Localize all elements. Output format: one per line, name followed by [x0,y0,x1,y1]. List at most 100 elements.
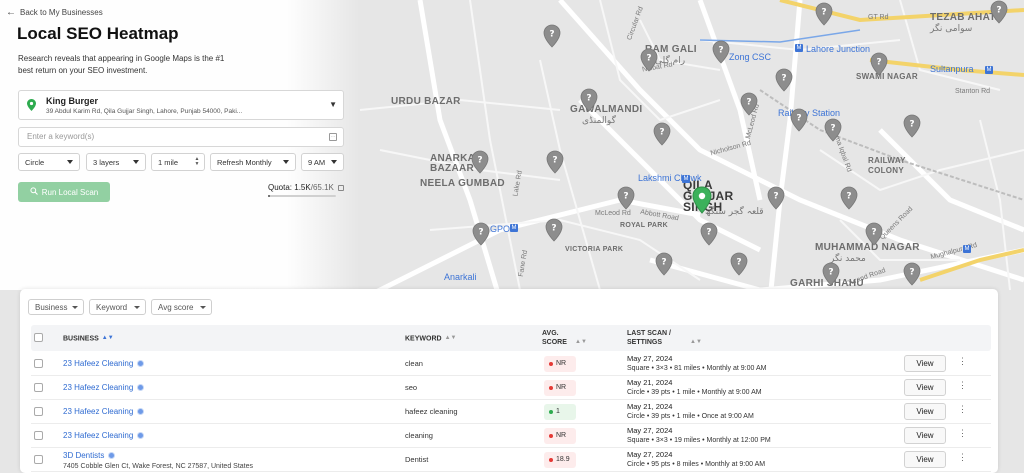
column-header-keyword[interactable]: KEYWORD ▲▼ [405,334,456,343]
keyboard-icon[interactable]: ⋯ [329,133,337,141]
business-link[interactable]: 23 Hafeez Cleaning [63,431,145,440]
business-link[interactable]: 3D Dentists [63,451,116,460]
more-options-icon[interactable]: ⋮ [958,357,967,366]
view-button[interactable]: View [904,379,946,396]
business-link[interactable]: 23 Hafeez Cleaning [63,383,145,392]
heatmap-point-icon[interactable]: ? [990,0,1008,24]
select-all-checkbox[interactable] [34,333,43,342]
heatmap-point-icon[interactable]: ? [740,92,758,116]
quota-progress-fill [268,195,270,197]
keyword-cell: Dentist [405,455,429,464]
business-filter[interactable]: Business [28,299,84,315]
caret-down-icon [133,160,139,164]
business-selector[interactable]: King Burger 39 Abdul Karim Rd, Qila Gujj… [18,90,344,120]
heatmap-point-icon[interactable]: ? [767,186,785,210]
heatmap-point-icon[interactable]: ? [815,2,833,26]
table-row[interactable]: 23 Hafeez Cleaning hafeez cleaning 1 May 21… [31,400,991,424]
business-link[interactable]: 23 Hafeez Cleaning [63,407,145,416]
avg-score-value: NR [556,384,567,391]
view-button[interactable]: View [904,427,946,444]
column-header-avg-score[interactable]: AVG. SCORE ▲▼ [542,329,602,347]
radius-stepper[interactable]: 1 mile ▲ ▼ [151,153,205,171]
business-link[interactable]: 23 Hafeez Cleaning [63,359,145,368]
heatmap-point-icon[interactable]: ? [822,262,840,286]
heatmap-point-icon[interactable]: ? [824,118,842,142]
column-header-last-scan[interactable]: LAST SCAN / SETTINGS ▲▼ [627,329,717,347]
svg-text:?: ? [828,268,833,278]
row-checkbox[interactable] [34,359,43,368]
view-button[interactable]: View [904,355,946,372]
heatmap-point-icon[interactable]: ? [653,122,671,146]
stepper-arrows-icon[interactable]: ▲ ▼ [194,157,200,167]
more-options-icon[interactable]: ⋮ [958,453,967,462]
heatmap-point-icon[interactable]: ? [903,262,921,286]
row-checkbox[interactable] [34,383,43,392]
heatmap-point-icon[interactable]: ? [700,222,718,246]
avg-score-value: NR [556,360,567,367]
verified-icon [137,408,145,416]
column-header-business[interactable]: BUSINESS ▲▼ [63,334,114,343]
table-row[interactable]: 3D Dentists 7405 Cobble Glen Ct, Wake For… [31,448,991,472]
map-road-label: GT Rd [868,14,889,21]
caret-down-icon [200,306,206,309]
svg-text:?: ? [477,156,482,166]
row-checkbox[interactable] [34,431,43,440]
time-select[interactable]: 9 AM [301,153,344,171]
table-row[interactable]: 23 Hafeez Cleaning clean NR May 27, 2024 Squ… [31,352,991,376]
heatmap-point-icon[interactable]: ? [712,40,730,64]
business-link-label: 23 Hafeez Cleaning [63,407,134,416]
heatmap-point-icon[interactable]: ? [790,108,808,132]
search-icon [30,187,38,197]
heatmap-point-icon[interactable]: ? [865,222,883,246]
view-button[interactable]: View [904,451,946,468]
svg-text:?: ? [876,58,881,68]
status-dot-icon [549,386,553,390]
more-options-icon[interactable]: ⋮ [958,405,967,414]
business-location-pin[interactable] [692,186,712,214]
heatmap-point-icon[interactable]: ? [580,88,598,112]
heatmap-point-icon[interactable]: ? [471,150,489,174]
station-icon: M [682,175,690,183]
heatmap-point-icon[interactable]: ? [545,218,563,242]
svg-text:?: ? [706,228,711,238]
svg-text:?: ? [552,156,557,166]
heatmap-point-icon[interactable]: ? [543,24,561,48]
avg-score-badge: NR [544,428,576,444]
heatmap-point-icon[interactable]: ? [775,68,793,92]
radius-stepper-value: 1 mile [158,158,179,167]
more-options-icon[interactable]: ⋮ [958,381,967,390]
layers-select[interactable]: 3 layers [86,153,146,171]
row-checkbox[interactable] [34,455,43,464]
caret-down-icon [331,160,337,164]
row-checkbox[interactable] [34,407,43,416]
heatmap-point-icon[interactable]: ? [903,114,921,138]
heatmap-point-icon[interactable]: ? [546,150,564,174]
table-row[interactable]: 23 Hafeez Cleaning seo NR May 21, 2024 Circl… [31,376,991,400]
scan-settings: Circle • 95 pts • 8 miles • Monthly at 9… [627,461,766,468]
quota-total: /65.1K [310,183,334,192]
svg-text:?: ? [586,94,591,104]
heatmap-point-icon[interactable]: ? [870,52,888,76]
heatmap-point-icon[interactable]: ? [640,48,658,72]
back-link-label: Back to My Businesses [20,8,103,17]
shape-select[interactable]: Circle [18,153,80,171]
view-button[interactable]: View [904,403,946,420]
heatmap-point-icon[interactable]: ? [617,186,635,210]
back-link[interactable]: ← Back to My Businesses [6,7,103,18]
keyword-input[interactable] [27,132,317,141]
table-row[interactable]: 23 Hafeez Cleaning cleaning NR May 27, 2024… [31,424,991,448]
business-address: 7405 Cobble Glen Ct, Wake Forest, NC 275… [63,463,254,470]
heatmap-point-icon[interactable]: ? [472,222,490,246]
verified-icon [137,432,145,440]
heatmap-point-icon[interactable]: ? [730,252,748,276]
info-icon[interactable] [338,184,345,191]
avg-score-filter[interactable]: Avg score [151,299,212,315]
heatmap-point-icon[interactable]: ? [655,252,673,276]
run-local-scan-button[interactable]: Run Local Scan [18,182,110,202]
map-poi-label: Anarkali [444,272,477,282]
status-dot-icon [549,362,553,366]
more-options-icon[interactable]: ⋮ [958,429,967,438]
keyword-filter[interactable]: Keyword [89,299,146,315]
heatmap-point-icon[interactable]: ? [840,186,858,210]
refresh-select[interactable]: Refresh Monthly [210,153,296,171]
